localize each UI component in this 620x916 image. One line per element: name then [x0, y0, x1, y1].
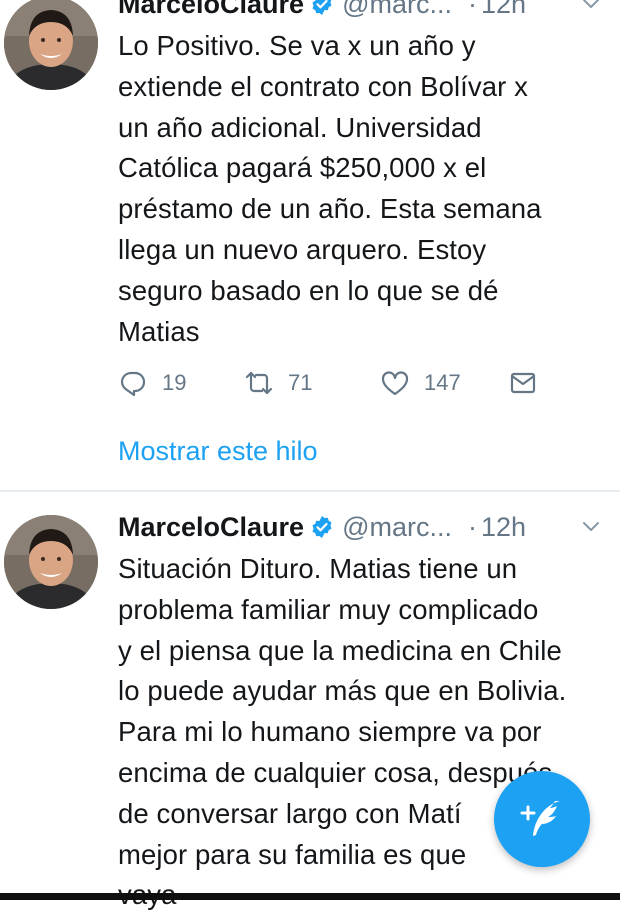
- avatar[interactable]: [4, 515, 98, 609]
- separator-dot: ·: [468, 511, 477, 542]
- tweet-card[interactable]: MarceloClaure @marc... · 12h Lo Positivo…: [0, 0, 620, 490]
- like-button[interactable]: 147: [380, 368, 461, 398]
- avatar-photo: [4, 0, 98, 90]
- chevron-down-icon[interactable]: [580, 515, 602, 537]
- heart-icon: [381, 371, 409, 396]
- tweet-actions: 19 71 147: [118, 368, 602, 408]
- envelope-icon: [510, 373, 536, 394]
- verified-badge-icon: [312, 516, 332, 538]
- like-count: 147: [424, 370, 461, 396]
- avatar[interactable]: [4, 0, 98, 90]
- reply-count: 19: [162, 370, 187, 396]
- dm-button[interactable]: [508, 368, 552, 398]
- retweet-count: 71: [288, 370, 313, 396]
- author-handle[interactable]: @marc...: [342, 512, 452, 543]
- tweet-header: MarceloClaure @marc... · 12h: [118, 0, 602, 24]
- retweet-button[interactable]: 71: [244, 368, 312, 398]
- separator-dot: ·: [468, 0, 477, 19]
- timestamp[interactable]: 12h: [481, 0, 526, 20]
- compose-tweet-icon: [520, 801, 560, 836]
- compose-tweet-button[interactable]: [494, 771, 590, 867]
- verified-badge-icon: [312, 0, 332, 15]
- author-handle[interactable]: @marc...: [342, 0, 452, 20]
- reply-icon: [120, 372, 146, 397]
- bottom-edge-bar: [0, 893, 620, 900]
- author-name[interactable]: MarceloClaure: [118, 0, 304, 20]
- reply-button[interactable]: 19: [118, 368, 186, 398]
- retweet-icon: [245, 372, 273, 395]
- tweet-text: Lo Positivo. Se va x un año y extiende e…: [118, 30, 542, 347]
- avatar-photo: [4, 515, 98, 609]
- chevron-down-icon[interactable]: [580, 0, 602, 14]
- tweet-header: MarceloClaure @marc... · 12h: [118, 507, 602, 547]
- show-thread-link[interactable]: Mostrar este hilo: [118, 436, 318, 467]
- timestamp[interactable]: 12h: [481, 512, 526, 543]
- author-name[interactable]: MarceloClaure: [118, 512, 304, 543]
